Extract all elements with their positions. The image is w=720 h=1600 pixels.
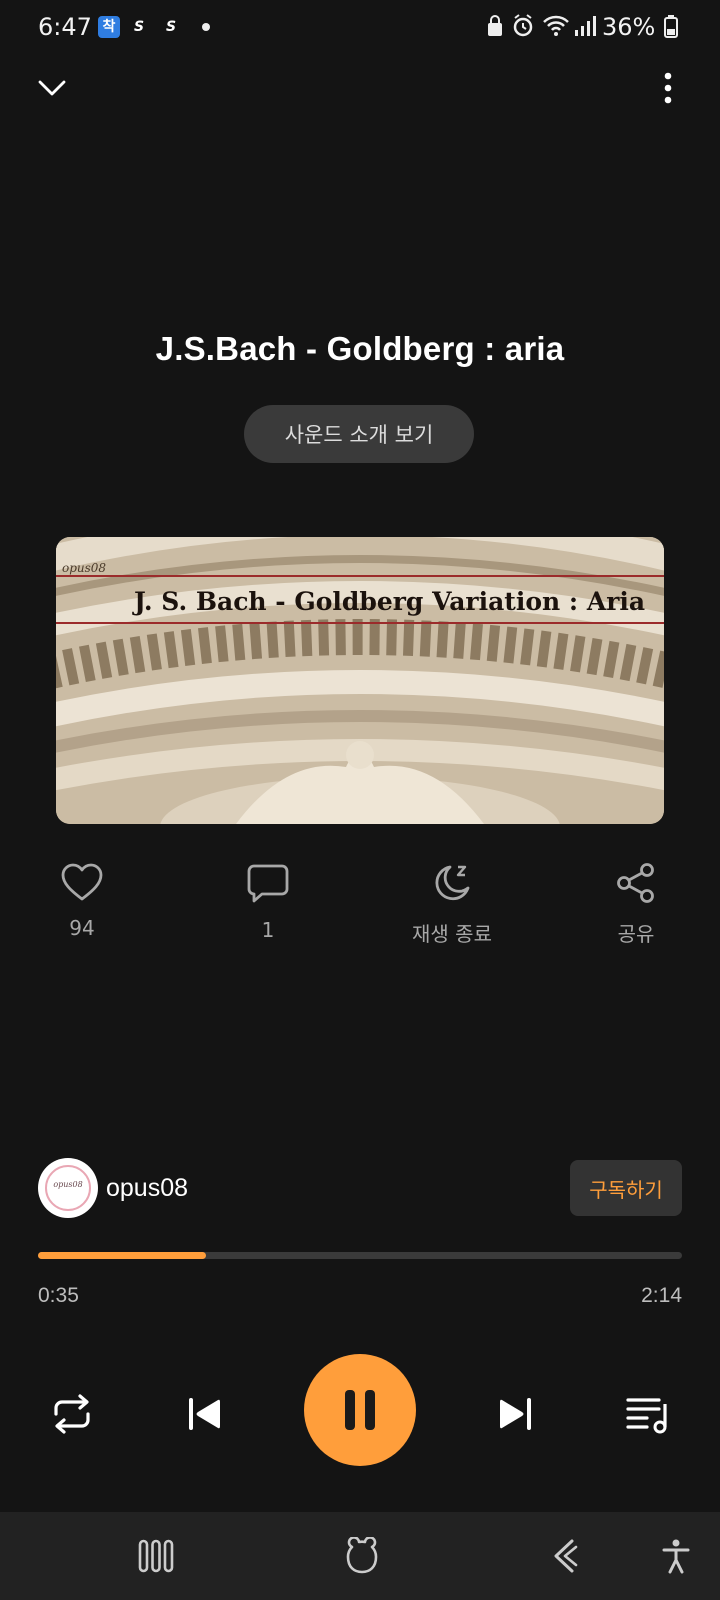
battery-icon [664,14,678,38]
comment-button[interactable]: 1 [208,862,328,942]
elapsed-time: 0:35 [38,1284,79,1307]
heart-icon [60,862,104,902]
playlist-icon[interactable] [620,1386,676,1442]
sleep-timer-button[interactable]: 재생 종료 [392,862,512,947]
progress-bar[interactable] [38,1252,682,1259]
share-icon [614,862,658,904]
notification-dot-icon [202,23,210,31]
channel-name[interactable]: opus08 [106,1174,188,1203]
battery-level: 36% [602,13,656,41]
app-badge-icon: 착 [98,16,120,38]
artwork-title: J. S. Bach - Goldberg Variation : Aria [134,587,646,616]
album-artwork: opus08 J. S. Bach - Goldberg Variation :… [56,537,664,824]
signal-icon [574,14,596,38]
artwork-rule [56,622,664,624]
repeat-icon[interactable] [44,1386,100,1442]
avatar-text: opus08 [53,1180,83,1189]
more-vertical-icon[interactable] [646,66,690,110]
skip-previous-icon[interactable] [176,1386,232,1442]
accessibility-icon[interactable] [654,1534,698,1578]
sleep-timer-label: 재생 종료 [412,922,492,946]
comment-count: 1 [261,918,275,942]
chevron-down-icon[interactable] [30,66,74,110]
pause-icon [342,1388,378,1432]
status-bar: 6:47 착 S S 36% [0,0,720,56]
track-title: J.S.Bach - Goldberg : aria [155,330,565,367]
sound-intro-button[interactable]: 사운드 소개 보기 [244,405,474,463]
progress-fill [38,1252,207,1259]
share-label: 공유 [617,922,655,946]
wifi-icon [542,14,570,38]
like-count: 94 [69,916,95,940]
subscribe-button[interactable]: 구독하기 [570,1160,682,1216]
pause-button[interactable] [304,1354,416,1466]
channel-avatar[interactable]: opus08 [38,1158,98,1218]
artwork-watermark: opus08 [62,561,107,575]
share-button[interactable]: 공유 [576,862,696,947]
skip-next-icon[interactable] [488,1386,544,1442]
artwork-rule [56,575,664,577]
total-time: 2:14 [641,1284,682,1307]
app-badge-s-icon: S [165,19,177,35]
back-icon[interactable] [542,1534,586,1578]
lock-icon [486,14,504,38]
comment-icon [246,862,290,904]
alarm-icon [512,14,534,38]
bixby-home-icon[interactable] [338,1534,386,1578]
navigation-bar [0,1512,720,1600]
status-time: 6:47 [38,13,92,41]
like-button[interactable]: 94 [22,862,142,940]
app-badge-s-icon: S [133,19,145,35]
recents-icon[interactable] [134,1534,178,1578]
sleep-timer-icon [430,862,474,904]
